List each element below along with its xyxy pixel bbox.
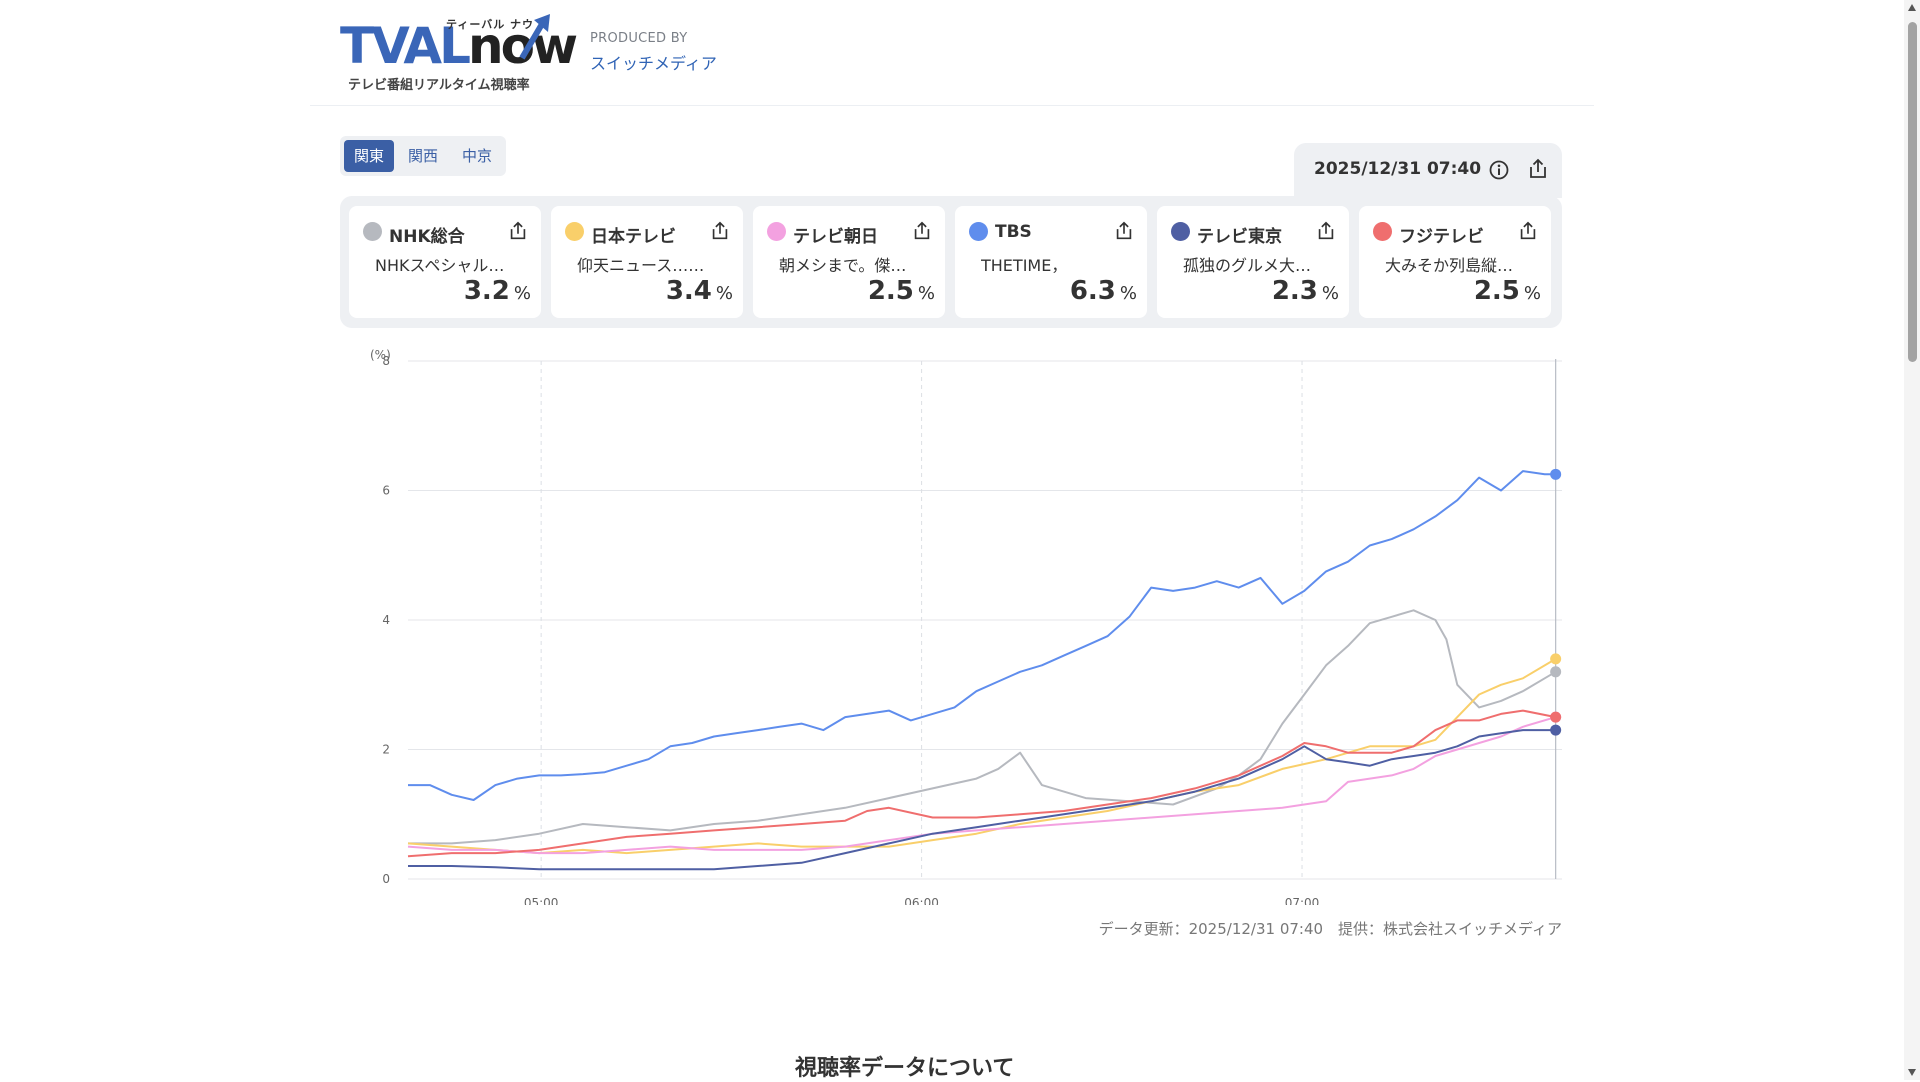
program-title: NHKスペシャル… [375,256,505,275]
channel-cards: NHK総合 NHKスペシャル… 3.2% 日本テレビ 仰天ニュース…… 3.4%… [340,196,1562,328]
channel-name: テレビ朝日 [793,227,878,247]
datetime-panel: 2025/12/31 07:40 [1294,143,1562,198]
channel-card-tv-asahi[interactable]: テレビ朝日 朝メシまで。傑… 2.5% [753,206,945,318]
channel-color-dot [767,222,786,241]
data-footnote: データ更新：2025/12/31 07:40 提供：株式会社スイッチメディア [1098,920,1562,938]
page: TVALnow ティーバル ナウ テレビ番組リアルタイム視聴率 PRODUCED… [310,0,1594,1081]
rating-value: 2.5% [867,276,935,306]
tvalnow-logo[interactable]: TVALnow ティーバル ナウ テレビ番組リアルタイム視聴率 [340,14,578,94]
program-title: 孤独のグルメ大… [1183,256,1312,275]
rating-value: 3.2% [463,276,531,306]
channel-name: フジテレビ [1399,227,1484,247]
series-line-フジテレビ [407,709,1556,858]
scroll-thumb[interactable] [1908,22,1917,362]
channel-color-dot [565,222,584,241]
scrollbar[interactable] [1904,0,1920,1080]
channel-card-tv-tokyo[interactable]: テレビ東京 孤独のグルメ大… 2.3% [1157,206,1349,318]
program-title: 大みそか列島縦… [1385,256,1514,275]
ratings-line-chart[interactable]: (%)0246805:00 06:00 07:00 [340,345,1570,910]
series-endpoint-テレビ東京 [1550,724,1562,736]
channel-card-ntv[interactable]: 日本テレビ 仰天ニュース…… 3.4% [551,206,743,318]
logo-arrow-icon [519,14,550,60]
channel-card-tbs[interactable]: TBS THETIME， 6.3% [955,206,1147,318]
region-tabs: 関東 関西 中京 [340,136,507,176]
series-line-テレビ東京 [408,729,1556,871]
channel-color-dot [1373,222,1392,241]
current-datetime: 2025/12/31 07:40 [1314,159,1482,179]
x-tick-label: 05:00 [524,896,559,905]
series-line-TBS [408,470,1556,801]
program-title: THETIME， [981,256,1068,275]
share-icon[interactable] [911,220,933,242]
channel-card-fuji[interactable]: フジテレビ 大みそか列島縦… 2.5% [1359,206,1551,318]
channel-color-dot [1171,222,1190,241]
series-line-NHK総合 [408,609,1557,845]
y-tick-label: 0 [382,872,390,886]
share-icon[interactable] [507,220,529,242]
tab-kanto[interactable]: 関東 [344,140,395,172]
info-icon[interactable] [1488,159,1510,181]
channel-color-dot [363,222,382,241]
series-endpoint-フジテレビ [1550,711,1562,723]
channel-name: テレビ東京 [1197,227,1282,247]
x-tick-label: 07:00 [1285,896,1320,905]
channel-name: TBS [995,222,1032,242]
produced-by-label: PRODUCED BY [590,31,688,46]
x-tick-label: 06:00 [904,896,939,905]
channel-name: NHK総合 [389,227,465,247]
scroll-down-arrow-icon[interactable] [1908,1069,1916,1076]
rating-value: 2.3% [1271,276,1339,306]
channel-color-dot [969,222,988,241]
share-icon[interactable] [1517,220,1539,242]
channel-card-nhk[interactable]: NHK総合 NHKスペシャル… 3.2% [349,206,541,318]
tab-chukyo[interactable]: 中京 [452,140,502,172]
series-endpoint-日本テレビ [1550,653,1562,665]
rating-value: 6.3% [1069,276,1137,306]
rating-value: 3.4% [665,276,733,306]
rating-value: 2.5% [1473,276,1541,306]
share-icon[interactable] [709,220,731,242]
produced-by: PRODUCED BY スイッチメディア [590,31,717,74]
tab-kansai[interactable]: 関西 [398,140,448,172]
producer-link[interactable]: スイッチメディア [590,50,717,74]
scroll-up-arrow-icon[interactable] [1908,4,1916,11]
y-tick-label: 2 [382,743,390,757]
section-title-text: 視聴率データについて [795,1056,1015,1081]
program-title: 仰天ニュース…… [577,256,705,275]
program-title: 朝メシまで。傑… [779,256,907,275]
series-endpoint-NHK総合 [1550,666,1562,678]
share-icon[interactable] [1315,220,1337,242]
y-tick-label: 6 [382,484,390,498]
y-tick-label: 8 [382,354,390,368]
y-tick-label: 4 [382,613,390,627]
share-icon[interactable] [1526,157,1550,181]
channel-name: 日本テレビ [591,227,676,247]
logo-subtitle: テレビ番組リアルタイム視聴率 [348,78,530,93]
share-icon[interactable] [1113,220,1135,242]
series-endpoint-TBS [1550,468,1562,480]
ratings-chart[interactable]: (%) 0 2 4 6 8 05:00 06:00 07:00 [340,345,1570,910]
site-header: TVALnow ティーバル ナウ テレビ番組リアルタイム視聴率 PRODUCED… [310,0,1594,106]
